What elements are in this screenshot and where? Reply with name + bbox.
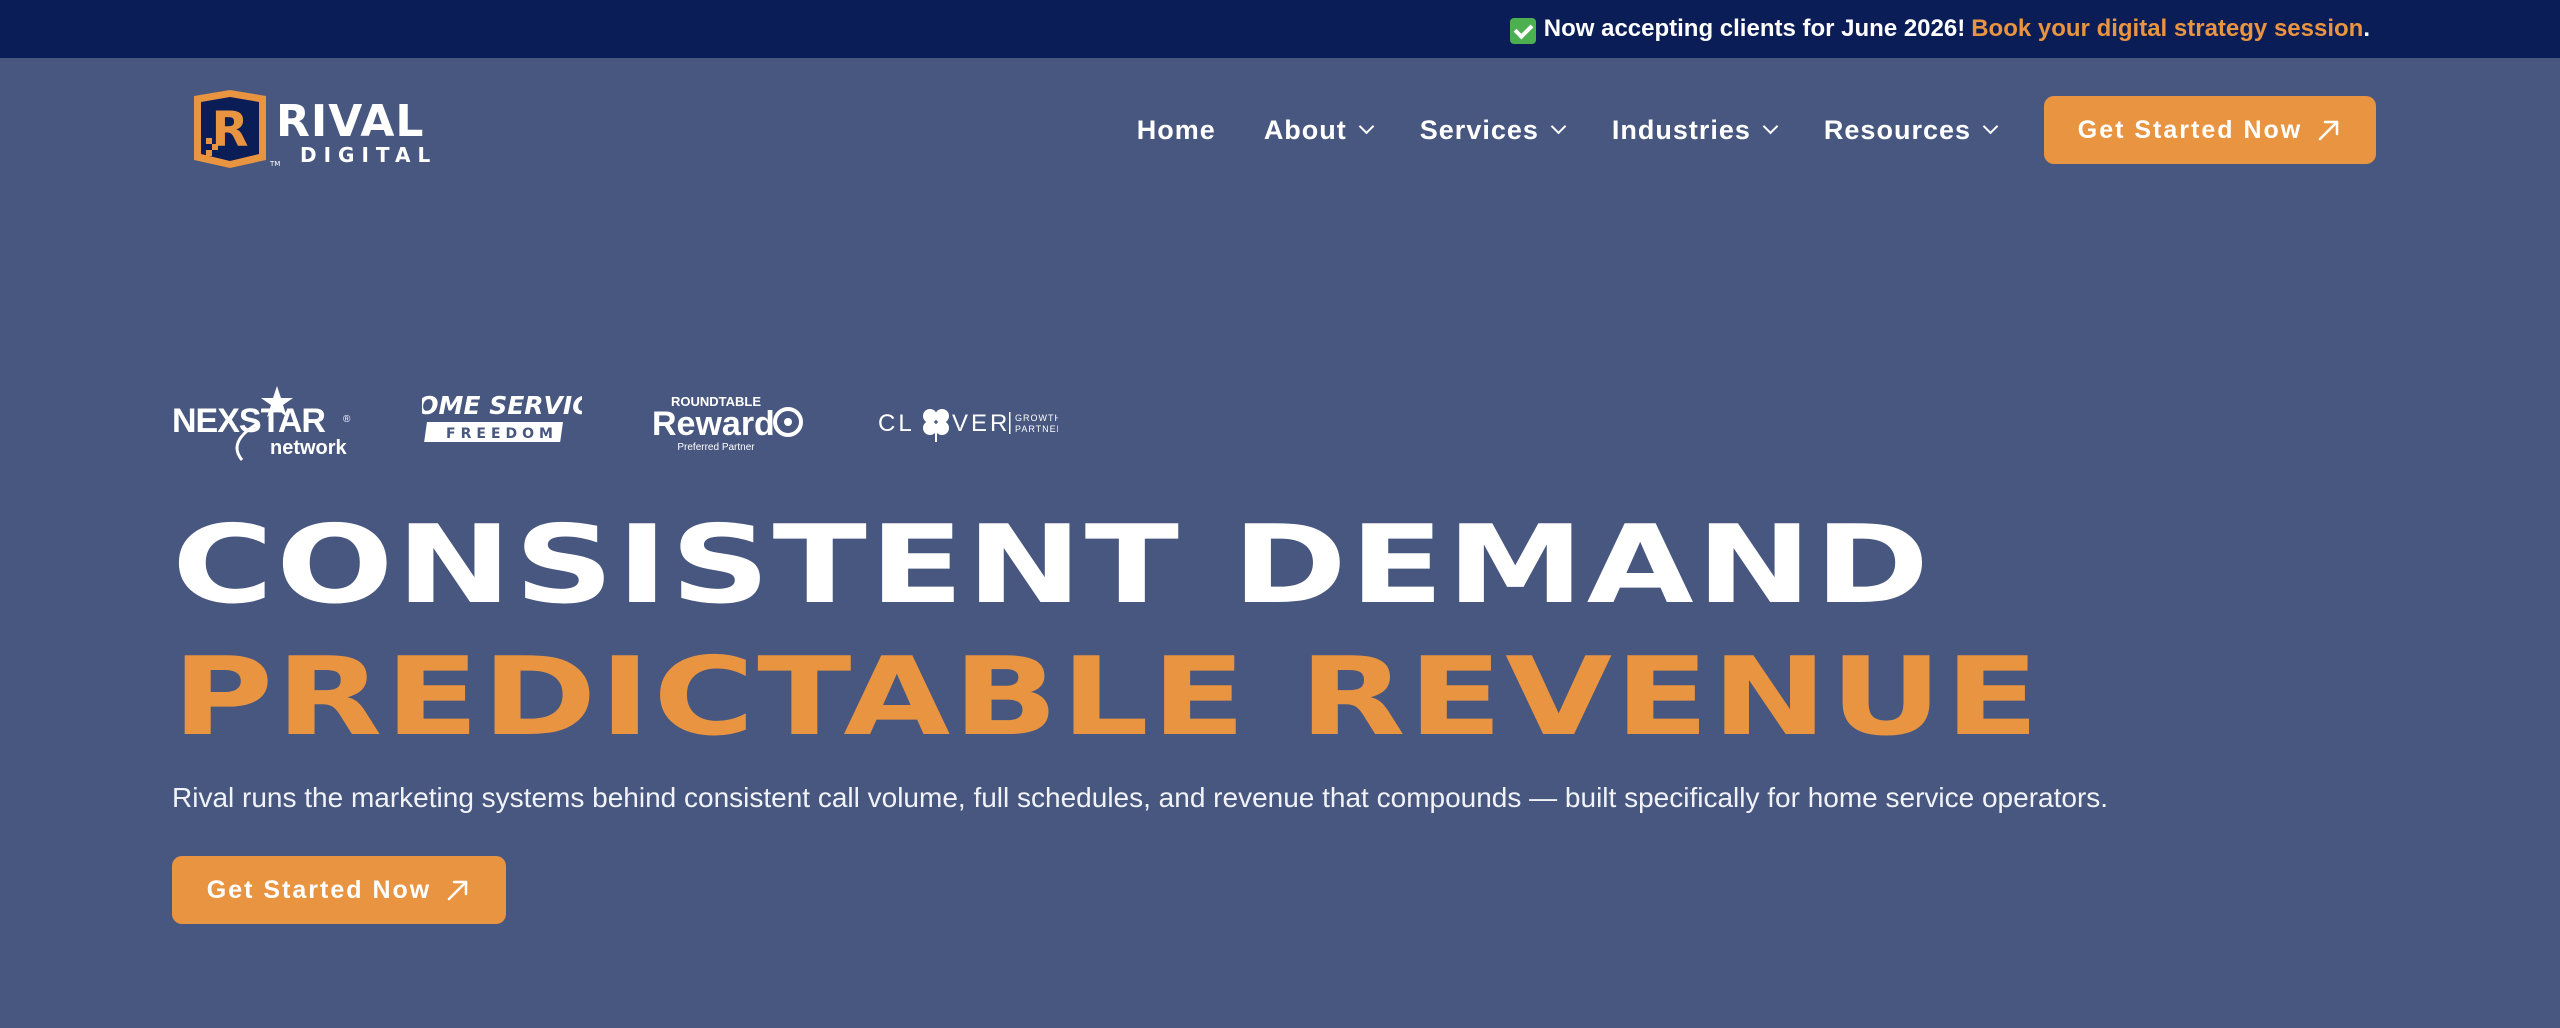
nav-item-services[interactable]: Services bbox=[1419, 114, 1567, 146]
hero-subtext: Rival runs the marketing systems behind … bbox=[172, 782, 2109, 813]
nexstar-wordmark: NEXSTAR bbox=[172, 402, 325, 440]
nav-item-label: About bbox=[1263, 114, 1347, 145]
get-started-hero-button[interactable]: Get Started Now bbox=[172, 856, 506, 924]
chevron-down-icon bbox=[1762, 118, 1779, 134]
clover-pre: CL bbox=[878, 410, 915, 437]
reward-main: Reward bbox=[652, 405, 775, 443]
announcement-bar: Now accepting clients for June 2026! Boo… bbox=[0, 0, 2560, 58]
logo-name-top: RIVAL bbox=[276, 96, 424, 147]
clover-growth-partners-logo: CL VER GROWTH PARTNERS bbox=[878, 409, 1058, 442]
button-label: Get Started Now bbox=[2077, 115, 2303, 144]
announcement-suffix: . bbox=[2363, 15, 2370, 42]
home-service-freedom-logo: HOME SERVICE FREEDOM bbox=[422, 391, 582, 442]
hero-headline: CONSISTENT DEMAND PREDICTABLE REVENUE bbox=[172, 500, 2042, 764]
reward-sub: Preferred Partner bbox=[677, 442, 755, 453]
hsf-line2: FREEDOM bbox=[446, 426, 558, 442]
nexstar-network-logo: NEXSTAR ® network bbox=[172, 386, 351, 461]
chevron-down-icon bbox=[1550, 118, 1567, 134]
get-started-nav-button[interactable]: Get Started Now bbox=[2044, 96, 2376, 164]
announcement-text: Now accepting clients for June 2026! bbox=[1543, 15, 1966, 42]
headline-line-1: CONSISTENT DEMAND bbox=[172, 503, 1932, 628]
clover-sub2: PARTNERS bbox=[1015, 424, 1058, 434]
nav-item-label: Services bbox=[1419, 114, 1539, 145]
nav-item-label: Industries bbox=[1611, 114, 1751, 145]
headline-line-2: PREDICTABLE REVENUE bbox=[172, 635, 2042, 760]
nexstar-network-label: network bbox=[270, 437, 348, 459]
logo-trademark: TM bbox=[269, 160, 280, 168]
arrow-up-right-icon bbox=[2318, 120, 2339, 141]
nav-item-resources[interactable]: Resources bbox=[1823, 114, 1999, 146]
rival-digital-logo[interactable]: R RIVAL DIGITAL TM bbox=[190, 90, 480, 170]
clover-sub1: GROWTH bbox=[1015, 413, 1058, 423]
book-strategy-session-link[interactable]: Book your digital strategy session bbox=[1971, 15, 2363, 43]
nexstar-registered: ® bbox=[343, 414, 351, 425]
partner-logos: NEXSTAR ® network HOME SERVICE FREEDOM R… bbox=[172, 372, 1128, 472]
roundtable-reward-logo: ROUNDTABLE Reward Preferred Partner bbox=[652, 394, 803, 453]
nav-item-industries[interactable]: Industries bbox=[1611, 114, 1779, 146]
nav-item-label: Home bbox=[1136, 114, 1216, 145]
chevron-down-icon bbox=[1982, 118, 1999, 134]
arrow-up-right-icon bbox=[447, 880, 468, 901]
clover-post: VER bbox=[952, 410, 1010, 437]
nav-item-home[interactable]: Home bbox=[1137, 115, 1216, 146]
nav-item-about[interactable]: About bbox=[1263, 114, 1375, 146]
button-label: Get Started Now bbox=[206, 875, 432, 904]
check-mark-icon bbox=[1509, 18, 1536, 44]
hsf-line1: HOME SERVICE bbox=[422, 391, 582, 420]
main-nav: Home About Services Industries Resources… bbox=[1137, 96, 2376, 164]
chevron-down-icon bbox=[1358, 118, 1375, 134]
nav-item-label: Resources bbox=[1823, 114, 1971, 145]
logo-name-bottom: DIGITAL bbox=[300, 143, 437, 167]
